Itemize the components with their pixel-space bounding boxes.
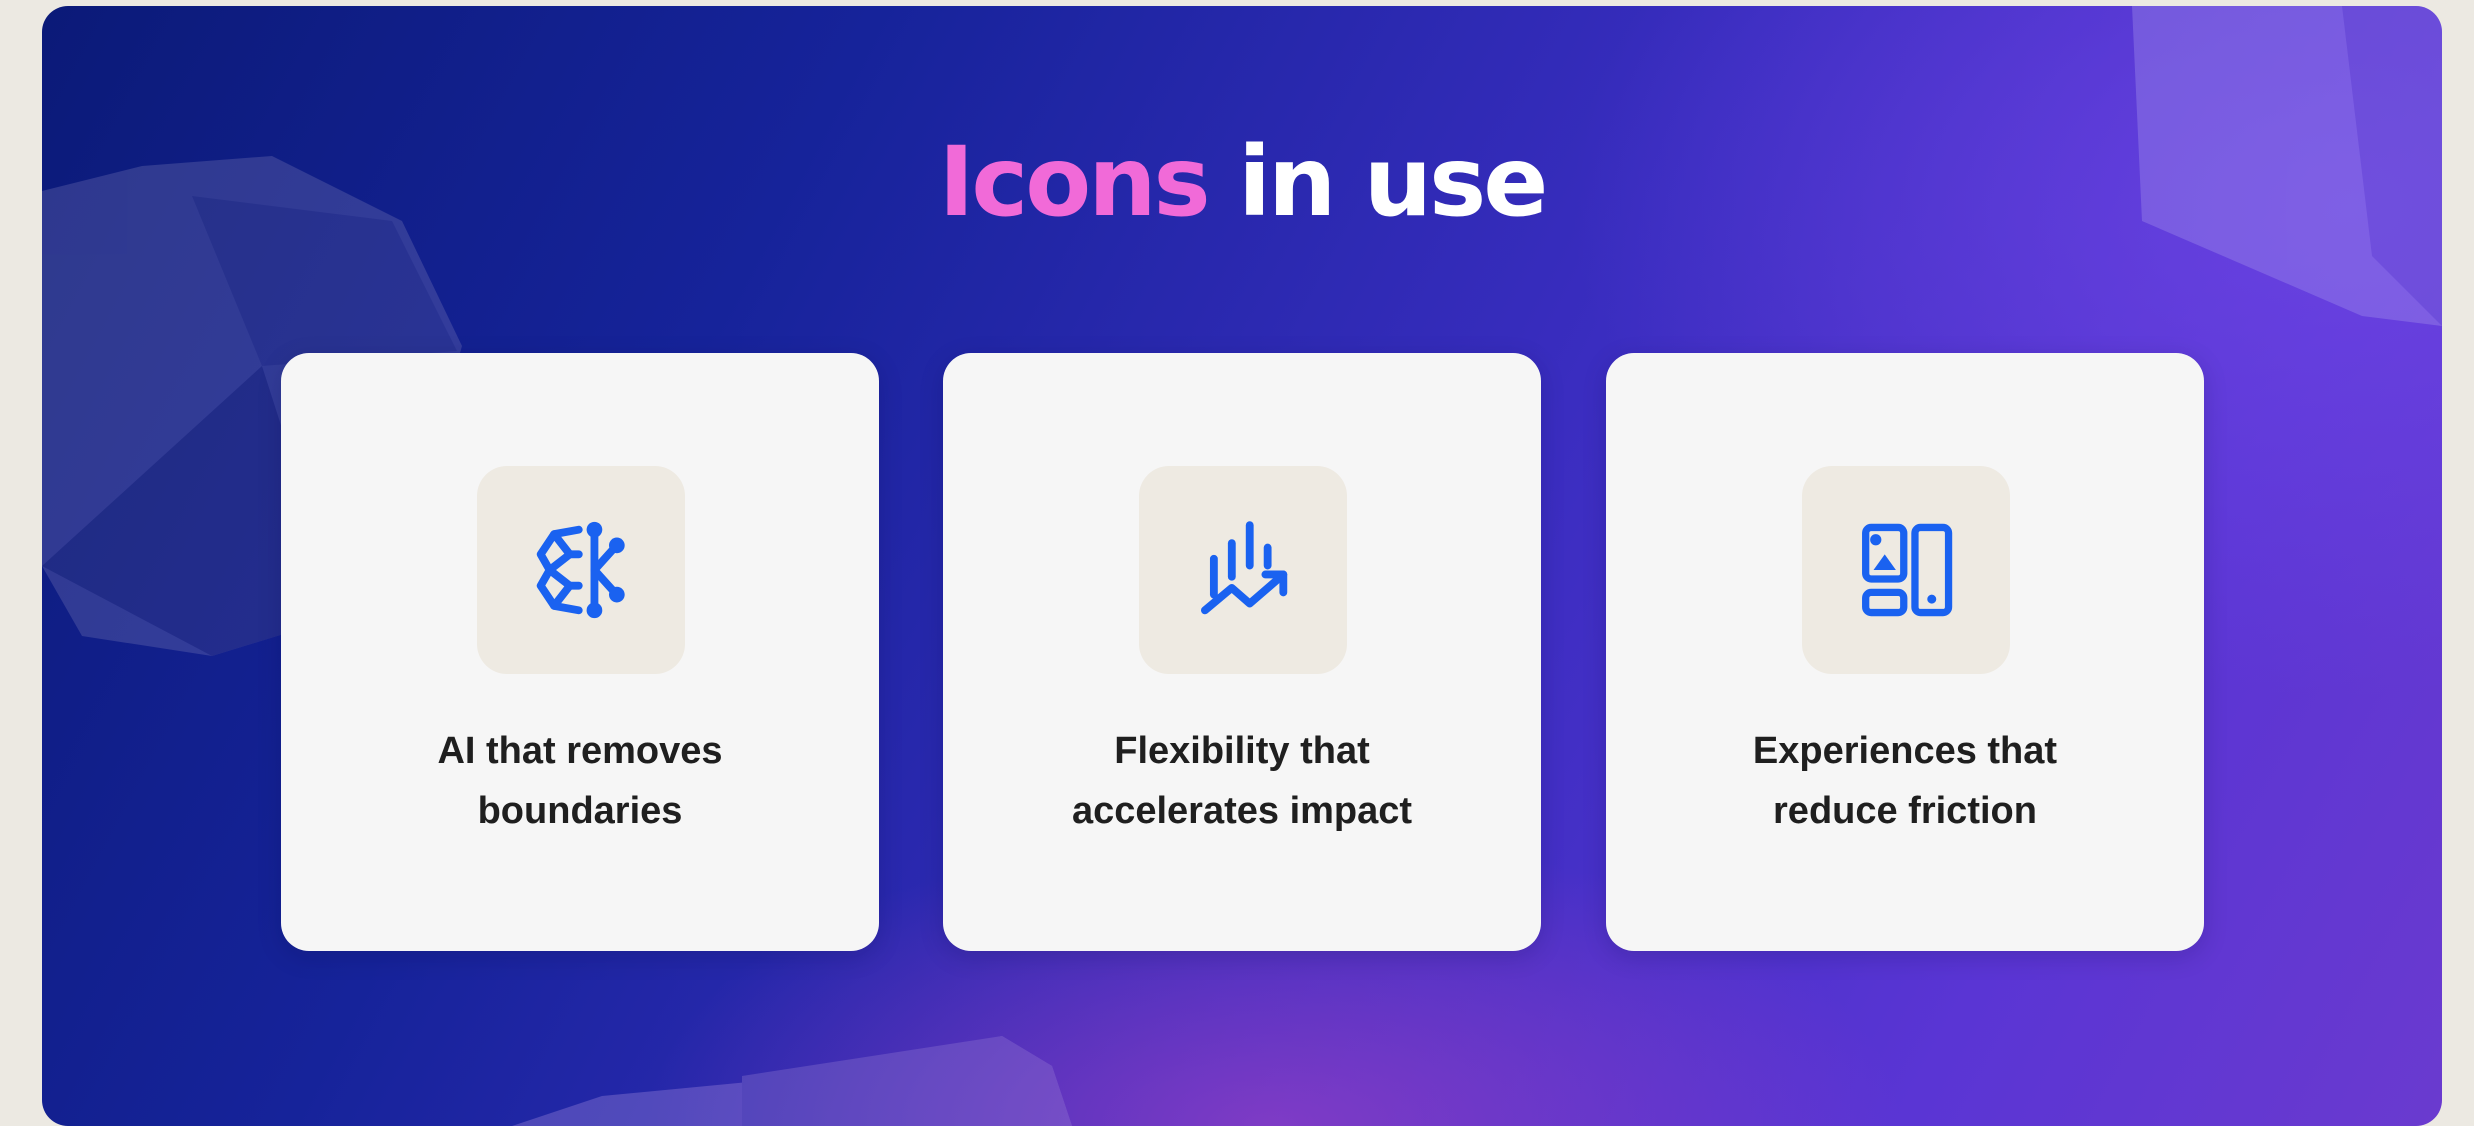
card-text: AI that removes boundaries	[321, 721, 839, 841]
hero-panel: Icons in use AI that removes boundaries …	[42, 6, 2442, 1126]
ai-network-icon	[536, 521, 625, 619]
feature-card-experiences: Experiences that reduce friction	[1606, 353, 2204, 951]
feature-card-ai: AI that removes boundaries	[281, 353, 879, 951]
devices-icon	[1862, 523, 1953, 617]
card-line-2: boundaries	[477, 790, 683, 832]
card-line-1: Flexibility that	[1114, 730, 1370, 772]
icon-tile	[477, 466, 685, 674]
card-text: Flexibility that accelerates impact	[983, 721, 1501, 841]
title-accent: Icons	[938, 126, 1211, 238]
card-line-2: accelerates impact	[1071, 790, 1413, 832]
card-text: Experiences that reduce friction	[1646, 721, 2164, 841]
card-line-2: reduce friction	[1773, 790, 2037, 832]
page-title: Icons in use	[42, 134, 2442, 230]
card-line-1: Experiences that	[1752, 730, 2058, 772]
feature-card-flexibility: Flexibility that accelerates impact	[943, 353, 1541, 951]
growth-chart-icon	[1201, 521, 1288, 615]
icon-tile	[1802, 466, 2010, 674]
title-rest: in use	[1238, 126, 1548, 238]
icon-tile	[1139, 466, 1347, 674]
card-line-1: AI that removes	[437, 730, 723, 772]
